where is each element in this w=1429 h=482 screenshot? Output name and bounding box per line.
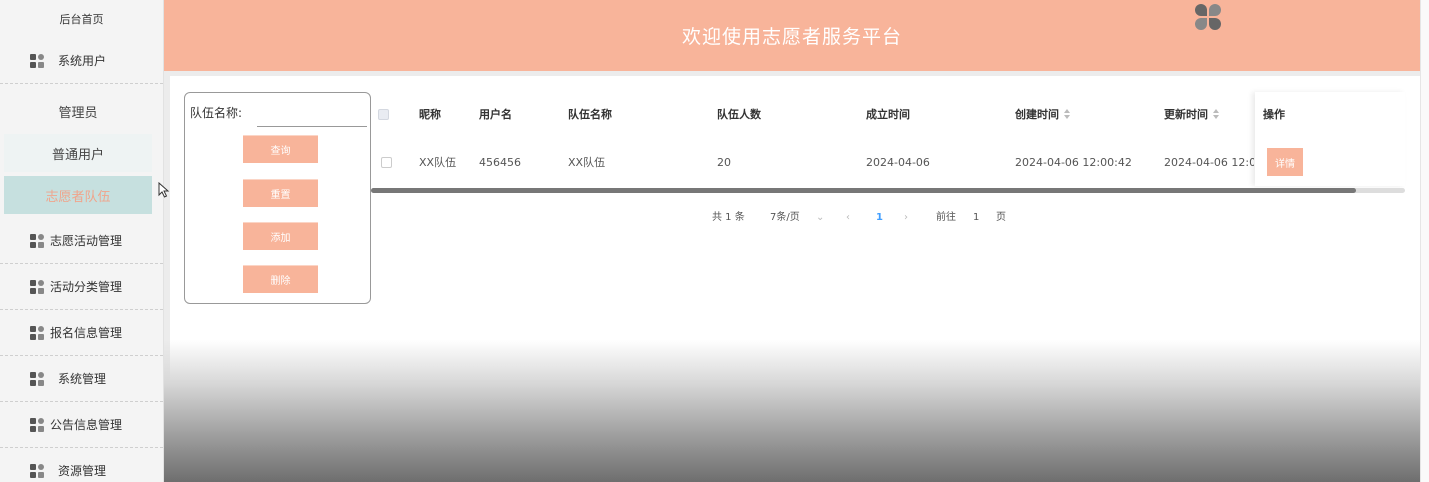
- column-header-created-label: 创建时间: [1015, 108, 1059, 121]
- sidebar-item-label: 系统管理: [58, 372, 107, 386]
- cell-updated: 2024-04-06 12:00:4: [1164, 155, 1254, 169]
- column-header-created[interactable]: 创建时间: [1015, 92, 1070, 136]
- grid-icon: [30, 463, 44, 478]
- action-column: 操作 详情: [1255, 92, 1405, 186]
- top-header: 欢迎使用志愿者服务平台: [164, 0, 1420, 71]
- select-all-checkbox[interactable]: [378, 109, 389, 120]
- sidebar-item-label: 系统用户: [58, 54, 107, 68]
- page-size-select[interactable]: 7条/页: [770, 208, 800, 228]
- grid-icon: [30, 371, 44, 386]
- grid-icon: [30, 325, 44, 340]
- sidebar-item-announcement[interactable]: 公告信息管理: [0, 402, 163, 448]
- detail-button[interactable]: 详情: [1267, 148, 1303, 176]
- cell-team-size: 20: [717, 155, 731, 169]
- sidebar-subitem-normal-user[interactable]: 普通用户: [4, 134, 152, 172]
- sidebar-item-activity-category[interactable]: 活动分类管理: [0, 264, 163, 310]
- sort-icon[interactable]: [1213, 109, 1219, 119]
- sidebar-item-home[interactable]: 后台首页: [0, 0, 163, 38]
- mouse-cursor-icon: [158, 182, 170, 198]
- app-logo-icon[interactable]: [1195, 2, 1221, 30]
- sidebar-item-resource[interactable]: 资源管理: [0, 448, 163, 482]
- sidebar-item-system-manage[interactable]: 系统管理: [0, 356, 163, 402]
- cell-nickname: XX队伍: [419, 156, 457, 169]
- column-header-updated-label: 更新时间: [1164, 108, 1208, 121]
- add-button[interactable]: 添加: [243, 222, 318, 250]
- row-checkbox[interactable]: [381, 157, 392, 168]
- page-suffix: 页: [996, 212, 1006, 223]
- column-header-updated[interactable]: 更新时间: [1164, 92, 1219, 136]
- cell-username: 456456: [479, 155, 521, 169]
- next-page-icon[interactable]: ›: [904, 208, 908, 228]
- column-header-team-size: 队伍人数: [717, 108, 761, 121]
- goto-label: 前往: [936, 212, 956, 223]
- sort-icon[interactable]: [1064, 109, 1070, 119]
- column-header-username: 用户名: [479, 108, 512, 121]
- column-header-nickname: 昵称: [419, 108, 441, 121]
- chevron-down-icon[interactable]: ⌄: [816, 208, 824, 228]
- sidebar: 后台首页 系统用户 管理员 普通用户 志愿者队伍 志愿活动管理 活动分类管理 报…: [0, 0, 164, 482]
- sidebar-item-system-users[interactable]: 系统用户: [0, 38, 163, 84]
- grid-icon: [30, 279, 44, 294]
- column-header-team-name: 队伍名称: [568, 108, 612, 121]
- bottom-shade: [164, 340, 1420, 482]
- sidebar-item-label: 志愿活动管理: [50, 234, 123, 248]
- grid-icon: [30, 417, 44, 432]
- right-edge: [1420, 0, 1429, 482]
- goto-page-input[interactable]: 1: [973, 208, 979, 228]
- delete-button[interactable]: 删除: [243, 265, 318, 293]
- cell-founded: 2024-04-06: [866, 155, 930, 169]
- sidebar-item-registration[interactable]: 报名信息管理: [0, 310, 163, 356]
- sidebar-subitem-volunteer-team[interactable]: 志愿者队伍: [4, 176, 152, 214]
- team-name-input[interactable]: [257, 101, 367, 127]
- cell-created: 2024-04-06 12:00:42: [1015, 155, 1132, 169]
- search-label: 队伍名称:: [190, 106, 243, 120]
- scrollbar-thumb[interactable]: [371, 188, 1356, 193]
- page-title: 欢迎使用志愿者服务平台: [681, 26, 902, 48]
- grid-icon: [30, 53, 44, 68]
- reset-button[interactable]: 重置: [243, 179, 318, 207]
- pagination-total: 共 1 条: [712, 212, 745, 223]
- sidebar-item-label: 公告信息管理: [50, 418, 123, 432]
- sidebar-item-volunteer-activity[interactable]: 志愿活动管理: [0, 218, 163, 264]
- sidebar-item-label: 资源管理: [58, 464, 107, 478]
- column-header-founded: 成立时间: [866, 108, 910, 121]
- prev-page-icon[interactable]: ‹: [846, 208, 850, 228]
- column-header-action: 操作: [1263, 108, 1285, 121]
- cell-team-name: XX队伍: [568, 156, 606, 169]
- sidebar-subitem-admin[interactable]: 管理员: [4, 92, 152, 130]
- query-button[interactable]: 查询: [243, 135, 318, 163]
- grid-icon: [30, 233, 44, 248]
- table-horizontal-scrollbar[interactable]: [371, 188, 1405, 193]
- page-number-current[interactable]: 1: [876, 208, 883, 228]
- sidebar-item-label: 活动分类管理: [50, 280, 123, 294]
- sidebar-item-label: 报名信息管理: [50, 326, 123, 340]
- search-panel: 队伍名称: 查询 重置 添加 删除: [184, 92, 371, 304]
